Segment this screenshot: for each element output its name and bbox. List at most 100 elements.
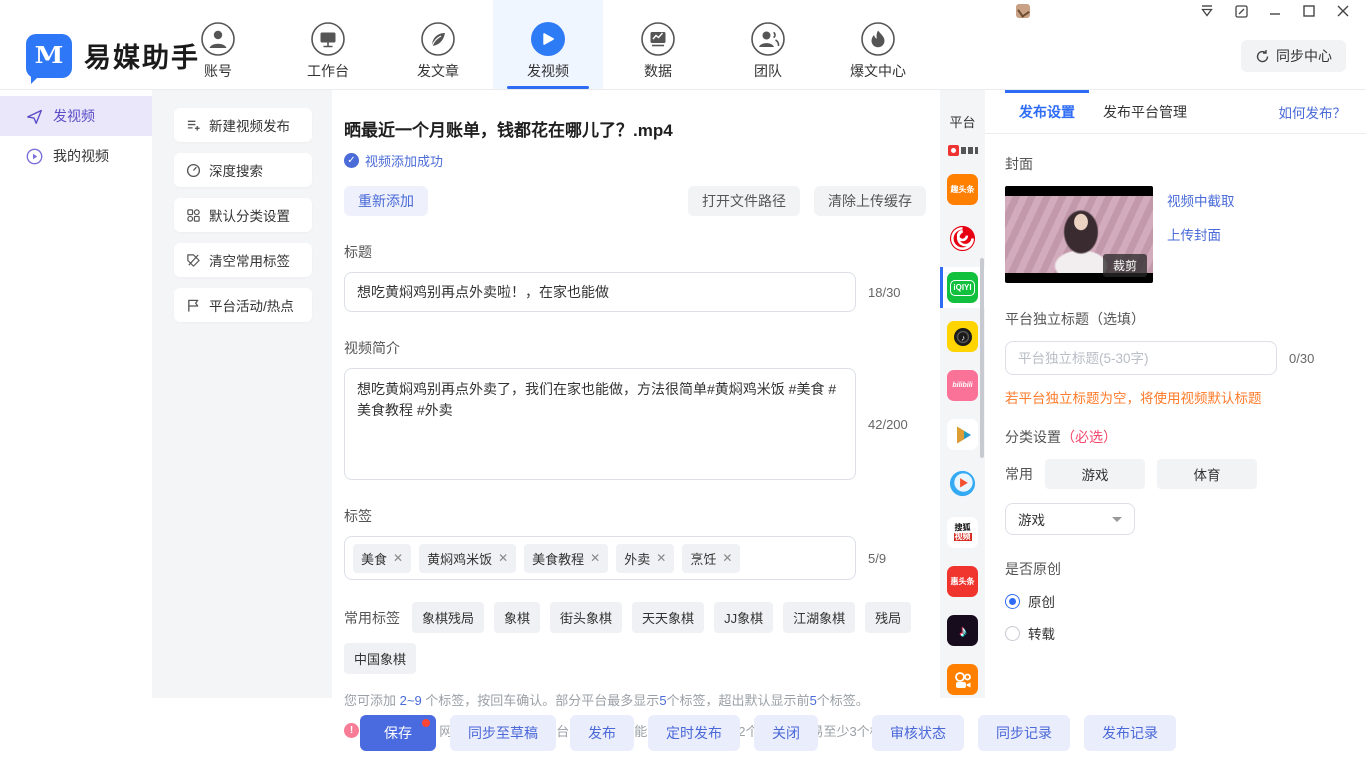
- category-option-game[interactable]: 游戏: [1045, 459, 1145, 489]
- platform-activity-button[interactable]: 平台活动/热点: [174, 288, 312, 322]
- mini-red-logo-icon[interactable]: [948, 145, 978, 156]
- clear-upload-cache-button[interactable]: 清除上传缓存: [814, 186, 926, 216]
- category-settings-label: 分类设置（必选）: [1005, 427, 1346, 447]
- upload-cover-link[interactable]: 上传封面: [1167, 224, 1235, 244]
- independent-title-warning: 若平台独立标题为空，将使用视频默认标题: [1005, 387, 1346, 407]
- publish-log-button[interactable]: 发布记录: [1084, 715, 1176, 751]
- refresh-icon: [1255, 49, 1270, 64]
- nav-label: 发视频: [527, 61, 569, 81]
- sync-center-button[interactable]: 同步中心: [1241, 40, 1346, 72]
- radio-unselected-icon: [1005, 626, 1020, 641]
- sohu-video-icon[interactable]: 搜狐 视频: [947, 517, 978, 548]
- category-option-sports[interactable]: 体育: [1157, 459, 1257, 489]
- svg-text:♪: ♪: [961, 333, 965, 342]
- common-tag[interactable]: 街头象棋: [550, 602, 622, 633]
- independent-title-input[interactable]: [1005, 341, 1277, 375]
- camera-app-icon[interactable]: ♪: [947, 321, 978, 352]
- hide-to-tray-icon[interactable]: [1190, 2, 1224, 20]
- default-category-settings-button[interactable]: 默认分类设置: [174, 198, 312, 232]
- close-icon[interactable]: [1326, 2, 1360, 20]
- maximize-icon[interactable]: [1292, 2, 1326, 20]
- review-status-button[interactable]: 审核状态: [872, 715, 964, 751]
- publish-settings-panel: 发布设置 发布平台管理 如何发布？ 封面 裁剪 视频中截取 上传封面 平台独立标…: [985, 90, 1366, 698]
- cover-thumbnail[interactable]: 裁剪: [1005, 186, 1153, 283]
- tag-off-icon: [186, 253, 201, 268]
- how-to-publish-link[interactable]: 如何发布？: [1279, 102, 1347, 122]
- close-button[interactable]: 关闭: [754, 715, 818, 751]
- open-file-path-button[interactable]: 打开文件路径: [688, 186, 800, 216]
- publish-button[interactable]: 发布: [570, 715, 634, 751]
- common-category-label: 常用: [1005, 464, 1033, 484]
- clear-common-tags-button[interactable]: 清空常用标签: [174, 243, 312, 277]
- bilibili-icon[interactable]: bilibili: [947, 370, 978, 401]
- remove-tag-icon[interactable]: ✕: [393, 551, 403, 565]
- capture-from-video-link[interactable]: 视频中截取: [1167, 190, 1235, 210]
- tab-platform-manage[interactable]: 发布平台管理: [1089, 90, 1201, 134]
- iqiyi-icon[interactable]: iQIYI: [947, 272, 978, 303]
- category-select[interactable]: 游戏: [1005, 503, 1135, 535]
- desc-textarea[interactable]: 想吃黄焖鸡别再点外卖了，我们在家也能做，方法很简单#黄焖鸡米饭 #美食 #美食教…: [344, 368, 856, 480]
- tencent-video-icon[interactable]: [947, 419, 978, 450]
- readd-video-button[interactable]: 重新添加: [344, 186, 428, 216]
- tools-column: 新建视频发布 深度搜索 默认分类设置 清空常用标签 平台活动/热点: [152, 90, 332, 698]
- video-file-title: 晒最近一个月账单，钱都花在哪儿了？.mp4: [344, 116, 926, 141]
- huitoutiao-icon[interactable]: 惠头条: [947, 566, 978, 597]
- data-chart-icon: [640, 21, 676, 57]
- tag-chip: 外卖✕: [616, 544, 674, 573]
- check-circle-icon: ✓: [344, 153, 359, 168]
- nav-tab-publish-article[interactable]: 发文章: [383, 0, 493, 89]
- qutoutiao-icon[interactable]: 趣头条: [947, 174, 978, 205]
- tab-publish-settings[interactable]: 发布设置: [1005, 90, 1089, 134]
- minimize-icon[interactable]: [1258, 2, 1292, 20]
- remove-tag-icon[interactable]: ✕: [498, 551, 508, 565]
- nav-tab-account[interactable]: 账号: [163, 0, 273, 89]
- article-pen-icon: [420, 21, 456, 57]
- common-tag[interactable]: 江湖象棋: [783, 602, 855, 633]
- feedback-icon[interactable]: [1224, 2, 1258, 20]
- douyin-icon[interactable]: ♪: [947, 615, 978, 646]
- crop-button[interactable]: 裁剪: [1103, 254, 1147, 277]
- sidebar-item-my-videos[interactable]: 我的视频: [0, 136, 152, 176]
- sidebar-item-publish-video[interactable]: 发视频: [0, 96, 152, 136]
- common-tag[interactable]: 象棋残局: [412, 602, 484, 633]
- kuaishou-icon[interactable]: [947, 664, 978, 695]
- workbench-icon: [310, 21, 346, 57]
- app-header: M 易媒助手 账号 工作台 发文章 发视频: [0, 22, 1366, 90]
- radio-repost[interactable]: 转载: [1005, 623, 1346, 643]
- schedule-publish-button[interactable]: 定时发布: [648, 715, 740, 751]
- ifeng-icon[interactable]: [947, 223, 978, 254]
- sync-log-button[interactable]: 同步记录: [978, 715, 1070, 751]
- left-sidebar: 发视频 我的视频: [0, 90, 152, 698]
- tag-chip: 黄焖鸡米饭✕: [419, 544, 516, 573]
- common-tags-label: 常用标签: [344, 608, 400, 628]
- sync-to-draft-button[interactable]: 同步至草稿: [450, 715, 556, 751]
- original-label: 是否原创: [1005, 559, 1346, 579]
- list-plus-icon: [186, 118, 201, 133]
- nav-tab-data[interactable]: 数据: [603, 0, 713, 89]
- radio-selected-icon: [1005, 594, 1020, 609]
- title-input[interactable]: [344, 272, 856, 312]
- common-tag[interactable]: 天天象棋: [632, 602, 704, 633]
- iqiyi-platform-selected[interactable]: iQIYI: [940, 267, 985, 308]
- common-tag[interactable]: 象棋: [494, 602, 540, 633]
- platform-rail: 平台 趣头条 iQIYI ♪ bilibili: [940, 90, 985, 698]
- common-tag[interactable]: JJ象棋: [714, 602, 773, 633]
- independent-title-counter: 0/30: [1289, 351, 1314, 366]
- nav-tab-publish-video[interactable]: 发视频: [493, 0, 603, 89]
- remove-tag-icon[interactable]: ✕: [656, 551, 666, 565]
- nav-tab-hot-center[interactable]: 爆文中心: [823, 0, 933, 89]
- common-tag[interactable]: 中国象棋: [344, 643, 416, 674]
- nav-tab-workbench[interactable]: 工作台: [273, 0, 383, 89]
- nav-tab-team[interactable]: 团队: [713, 0, 823, 89]
- remove-tag-icon[interactable]: ✕: [722, 551, 732, 565]
- haokan-video-icon[interactable]: [947, 468, 978, 499]
- common-tag[interactable]: 残局: [865, 602, 911, 633]
- remove-tag-icon[interactable]: ✕: [590, 551, 600, 565]
- deep-search-button[interactable]: 深度搜索: [174, 153, 312, 187]
- radio-original[interactable]: 原创: [1005, 591, 1346, 611]
- tags-input[interactable]: 美食✕ 黄焖鸡米饭✕ 美食教程✕ 外卖✕ 烹饪✕: [344, 536, 856, 580]
- plugin-badge-icon[interactable]: [1016, 4, 1030, 18]
- new-video-publish-button[interactable]: 新建视频发布: [174, 108, 312, 142]
- rail-scrollbar[interactable]: [980, 258, 984, 458]
- save-button[interactable]: 保存: [360, 715, 436, 751]
